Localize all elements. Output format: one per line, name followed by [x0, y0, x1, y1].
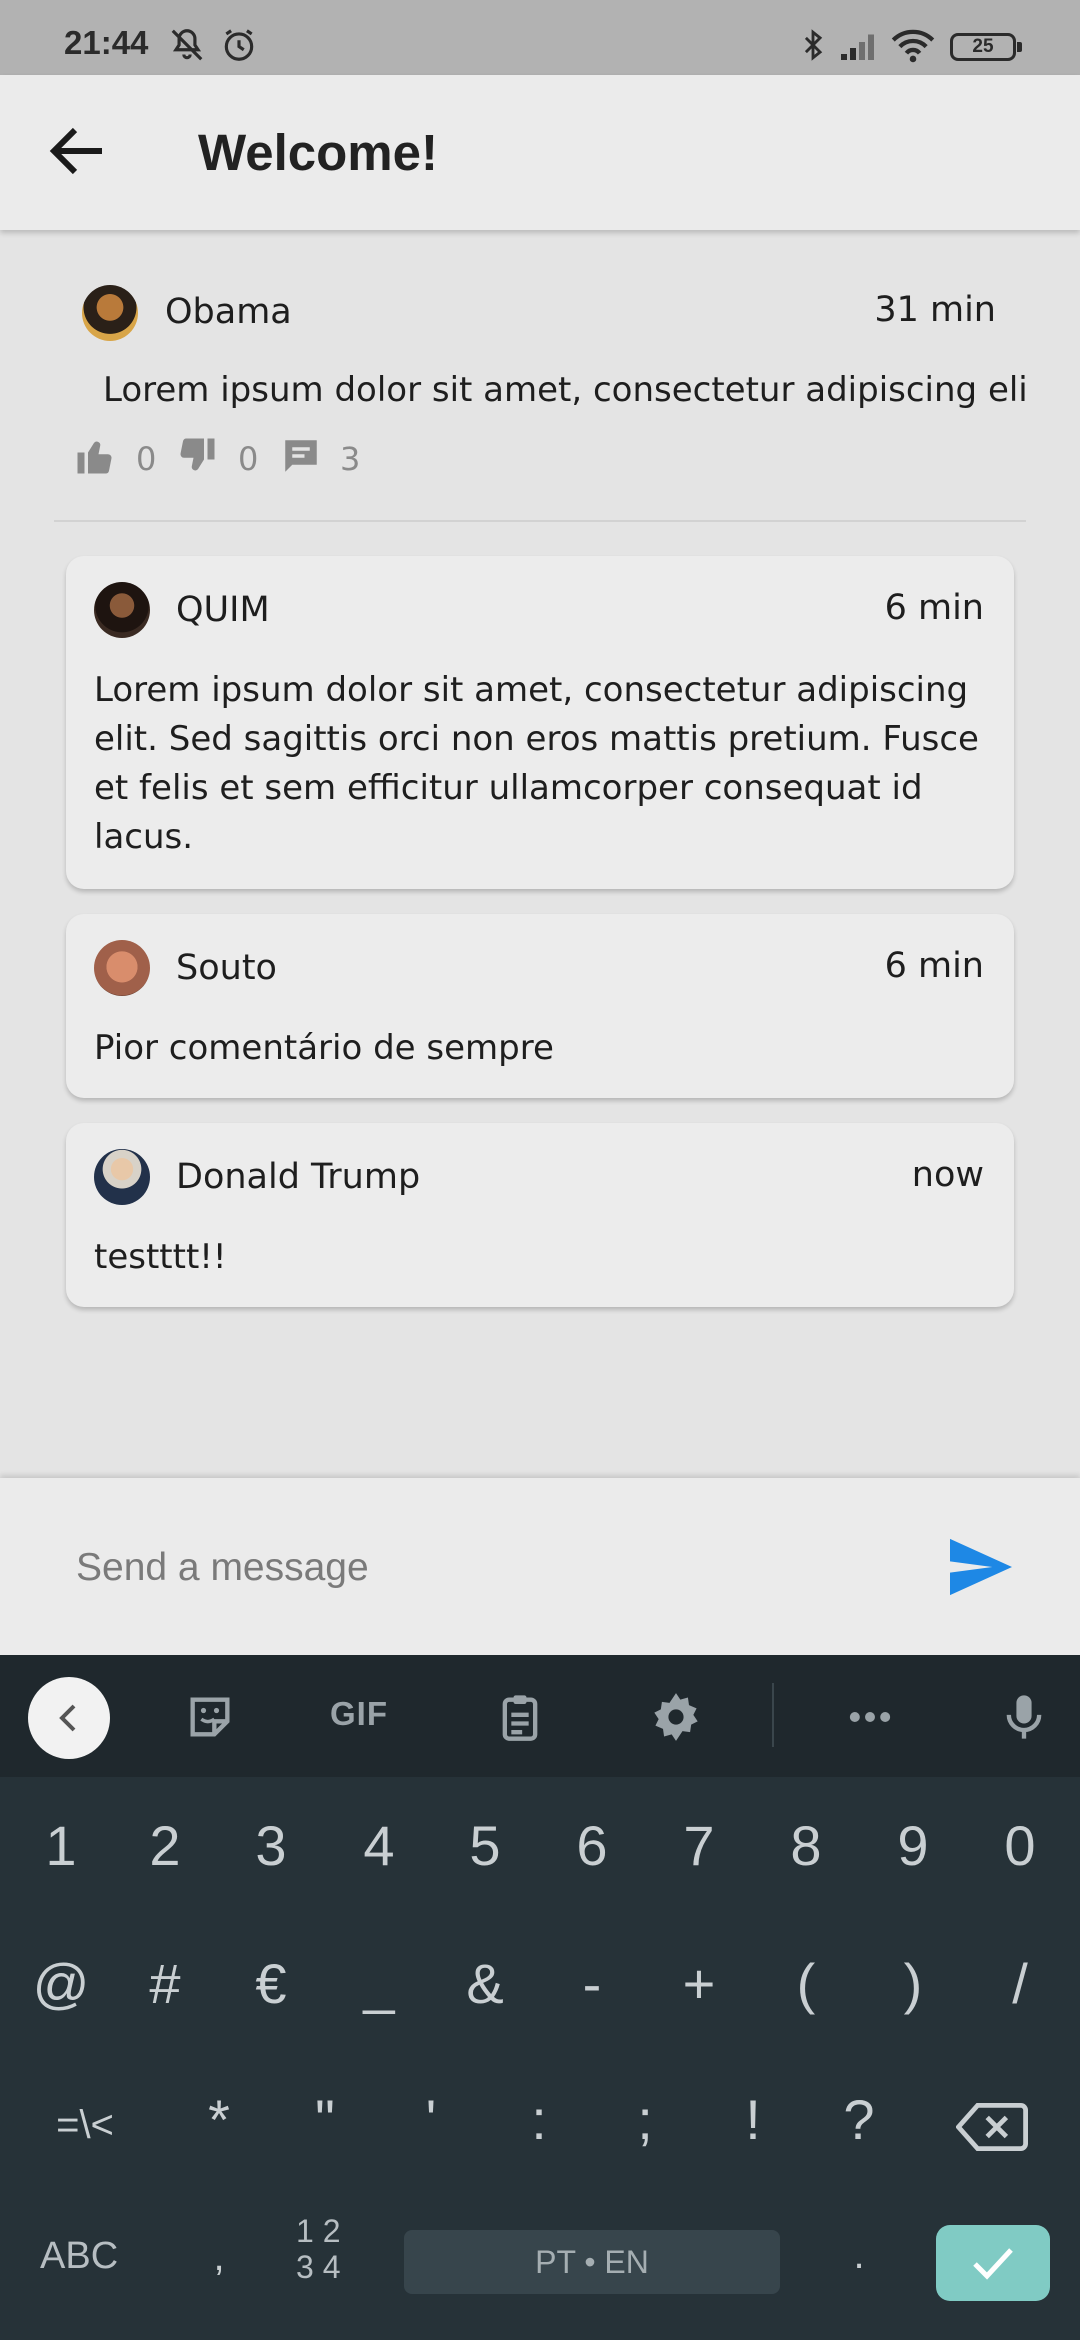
numpad-key[interactable]: 1 2 3 4 — [296, 2213, 340, 2285]
avatar[interactable] — [94, 582, 150, 638]
back-arrow-icon[interactable] — [42, 115, 114, 187]
key[interactable]: ! — [708, 2087, 798, 2152]
abc-key[interactable]: ABC — [40, 2235, 118, 2278]
key[interactable]: - — [547, 1951, 637, 2016]
key[interactable]: 1 — [16, 1813, 106, 1878]
bluetooth-icon — [804, 29, 823, 61]
app-bar: Welcome! — [0, 75, 1080, 230]
comment-card[interactable]: QUIM 6 min Lorem ipsum dolor sit amet, c… — [66, 556, 1014, 889]
post-text: Lorem ipsum dolor sit amet, consectetur … — [103, 370, 1028, 410]
key[interactable]: / — [975, 1951, 1065, 2016]
message-input[interactable] — [76, 1533, 876, 1603]
key[interactable]: ) — [868, 1951, 958, 2016]
key[interactable]: 4 — [334, 1813, 424, 1878]
comment-time: 6 min — [884, 588, 984, 628]
key[interactable]: € — [226, 1951, 316, 2016]
key[interactable]: ? — [814, 2087, 904, 2152]
comment-author[interactable]: Donald Trump — [176, 1157, 420, 1197]
key[interactable]: 0 — [975, 1813, 1065, 1878]
signal-icon — [841, 34, 874, 60]
numpad-key-top: 1 2 — [296, 2213, 341, 2249]
key[interactable]: _ — [334, 1951, 424, 2016]
divider — [54, 520, 1026, 522]
like-count: 0 — [136, 440, 157, 478]
avatar[interactable] — [82, 285, 138, 341]
comment-card[interactable]: Donald Trump now testttt!! — [66, 1123, 1014, 1307]
comment-icon[interactable] — [280, 435, 322, 477]
comment-card[interactable]: Souto 6 min Pior comentário de sempre — [66, 914, 1014, 1098]
key[interactable]: 2 — [120, 1813, 210, 1878]
key[interactable]: 3 — [226, 1813, 316, 1878]
comment-text: testttt!! — [94, 1237, 227, 1277]
gif-button[interactable]: GIF — [330, 1695, 388, 1733]
period-key[interactable]: . — [814, 2233, 904, 2278]
avatar[interactable] — [94, 1149, 150, 1205]
page-title: Welcome! — [198, 124, 438, 181]
thumbs-up-icon[interactable] — [74, 435, 116, 477]
comment-author[interactable]: Souto — [176, 948, 277, 988]
backspace-icon[interactable] — [956, 2099, 1028, 2155]
comma-key[interactable]: , — [174, 2235, 264, 2280]
key[interactable]: & — [440, 1951, 530, 2016]
comment-time: now — [911, 1155, 984, 1195]
status-time: 21:44 — [64, 24, 149, 61]
avatar[interactable] — [94, 940, 150, 996]
comment-time: 6 min — [884, 946, 984, 986]
key[interactable]: 5 — [440, 1813, 530, 1878]
key[interactable]: ; — [600, 2087, 690, 2152]
status-bar: 21:44 25 — [0, 0, 1080, 75]
post-time: 31 min — [874, 290, 996, 330]
space-key[interactable]: PT • EN — [404, 2230, 780, 2294]
post-author[interactable]: Obama — [165, 292, 292, 332]
mute-icon — [171, 29, 203, 61]
key[interactable]: ' — [386, 2087, 476, 2152]
comment-text: Pior comentário de sempre — [94, 1028, 554, 1068]
collapse-button[interactable] — [28, 1677, 110, 1759]
microphone-icon[interactable] — [998, 1691, 1050, 1743]
key[interactable]: 8 — [761, 1813, 851, 1878]
keyboard: GIF 1 2 3 4 5 6 7 8 9 0 @ # € _ & - + ( … — [0, 1655, 1080, 2340]
key[interactable]: * — [174, 2087, 264, 2152]
numpad-key-bottom: 3 4 — [296, 2249, 341, 2285]
chevron-left-icon — [59, 1704, 76, 1732]
key[interactable]: ( — [761, 1951, 851, 2016]
more-icon[interactable] — [844, 1691, 896, 1743]
check-icon — [973, 2248, 1013, 2280]
alarm-icon — [224, 29, 254, 61]
comment-author[interactable]: QUIM — [176, 590, 270, 630]
sticker-icon[interactable] — [184, 1691, 236, 1743]
post[interactable]: Obama 31 min Lorem ipsum dolor sit amet,… — [0, 230, 1080, 520]
key[interactable]: 6 — [547, 1813, 637, 1878]
key[interactable]: " — [280, 2087, 370, 2152]
enter-key[interactable] — [936, 2225, 1050, 2301]
thumbs-down-icon[interactable] — [176, 435, 218, 477]
key[interactable]: @ — [16, 1951, 106, 2016]
key[interactable]: 9 — [868, 1813, 958, 1878]
comment-count: 3 — [340, 440, 361, 478]
key[interactable]: # — [120, 1951, 210, 2016]
dislike-count: 0 — [238, 440, 259, 478]
battery-indicator: 25 — [950, 33, 1022, 61]
keyboard-toolbar: GIF — [0, 1655, 1080, 1777]
clipboard-icon[interactable] — [494, 1691, 546, 1743]
key[interactable]: 7 — [654, 1813, 744, 1878]
send-icon[interactable] — [946, 1536, 1016, 1598]
toolbar-separator — [772, 1683, 774, 1747]
comment-text: Lorem ipsum dolor sit amet, consectetur … — [94, 670, 979, 857]
gear-icon[interactable] — [650, 1691, 702, 1743]
key[interactable]: : — [494, 2087, 584, 2152]
key[interactable]: =\< — [40, 2103, 130, 2148]
message-bar — [0, 1478, 1080, 1655]
wifi-icon — [891, 29, 935, 63]
key[interactable]: + — [654, 1951, 744, 2016]
